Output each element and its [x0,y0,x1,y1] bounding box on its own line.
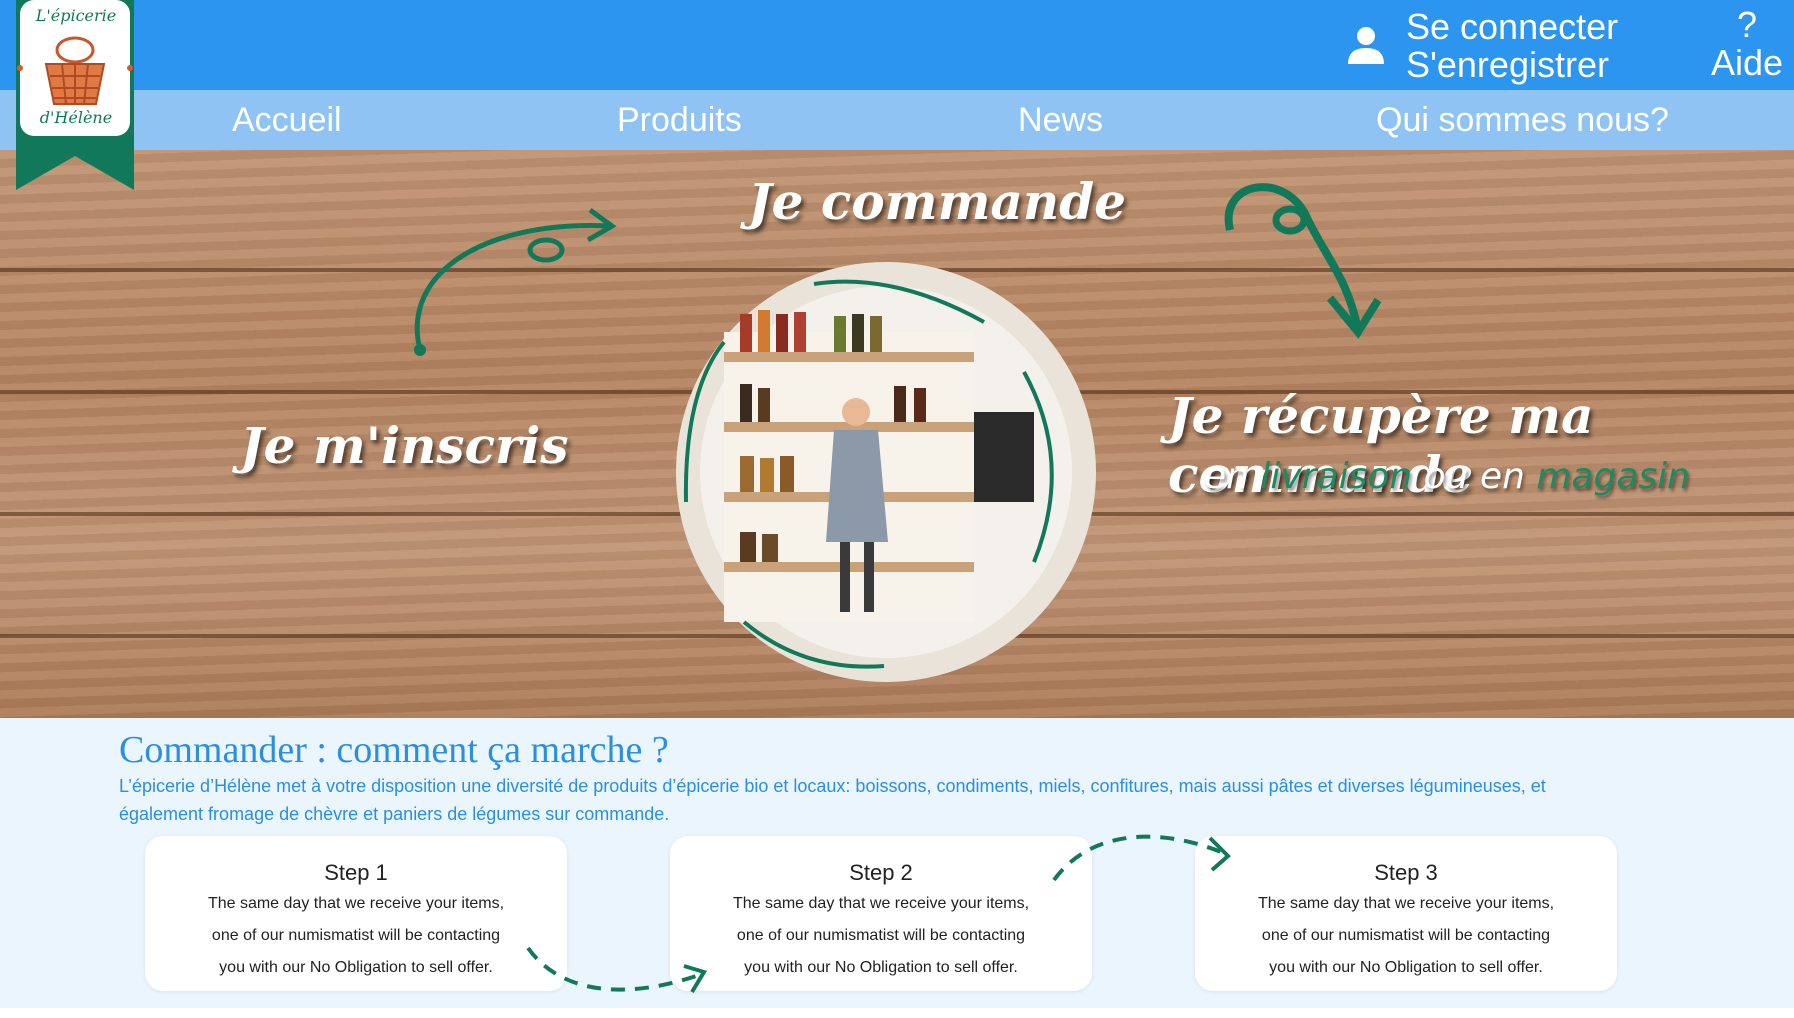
step-text: The same day that we receive your items,… [145,888,567,984]
step-text-line: you with our No Obligation to sell offer… [744,959,1018,976]
register-link[interactable]: S'enregistrer [1406,46,1618,84]
main-nav: Accueil Produits News Qui sommes nous? [0,90,1794,150]
hero-banner: Je commande Je m'inscris Je récupère ma … [0,150,1794,718]
account-links: Se connecter S'enregistrer [1406,8,1618,84]
account-area: Se connecter S'enregistrer [1344,6,1618,86]
help-icon: ? [1736,4,1758,45]
dashed-arrow-icon [1052,834,1231,882]
step-text-line: The same day that we receive your items, [207,895,505,912]
step-card-3: Step 3 The same day that we receive your… [1195,836,1617,991]
logo-badge [16,0,134,190]
sub-livraison: livraison [1260,456,1413,497]
hero-delivery-line: en livraison ou en magasin [1204,456,1690,497]
step-text-line: The same day that we receive your items, [1257,895,1555,912]
loop-arrow-icon [1224,183,1382,339]
step-title: Step 1 [324,860,388,885]
help-link[interactable]: ? Aide [1700,6,1794,82]
dashed-arrow-icon [526,946,708,994]
curved-arrow-icon [414,207,617,356]
user-icon[interactable] [1344,24,1388,68]
login-link[interactable]: Se connecter [1406,8,1618,46]
step-text-line: The same day that we receive your items, [732,895,1030,912]
nav-accueil[interactable]: Accueil [232,90,342,150]
nav-news[interactable]: News [1018,90,1103,150]
how-it-works-section: Commander : comment ça marche ? L’épicer… [0,718,1794,1008]
step-text-line: one of our numismatist will be contactin… [211,927,501,944]
step-text-line: you with our No Obligation to sell offer… [219,959,493,976]
step-title: Step 3 [1374,860,1438,885]
top-bar: Se connecter S'enregistrer ? Aide [0,0,1794,90]
hero-je-commande: Je commande [748,172,1127,231]
section-description: L’épicerie d’Hélène met à votre disposit… [119,776,1546,824]
nav-produits[interactable]: Produits [617,90,742,150]
step-card-2: Step 2 The same day that we receive your… [670,836,1092,991]
step-text-line: you with our No Obligation to sell offer… [1269,959,1543,976]
step-card-1: Step 1 The same day that we receive your… [145,836,567,991]
section-title: Commander : comment ça marche ? [119,729,669,771]
step-text: The same day that we receive your items,… [670,888,1092,984]
shop-photo [676,262,1096,682]
sub-ou-en: ou en [1423,456,1525,497]
site-logo[interactable]: L'épicerie d'Hélène [16,0,134,190]
step-text-line: one of our numismatist will be contactin… [1261,927,1551,944]
sub-en: en [1204,456,1249,497]
help-label: Aide [1710,42,1784,83]
step-text-line: one of our numismatist will be contactin… [736,927,1026,944]
step-title: Step 2 [849,860,913,885]
nav-qui-sommes-nous[interactable]: Qui sommes nous? [1376,90,1669,150]
step-text: The same day that we receive your items,… [1195,888,1617,984]
hero-je-minscris: Je m'inscris [240,416,569,475]
logo-text-bottom: d'Hélène [39,108,113,127]
sub-magasin: magasin [1536,456,1690,497]
logo-text-top: L'épicerie [35,6,117,25]
